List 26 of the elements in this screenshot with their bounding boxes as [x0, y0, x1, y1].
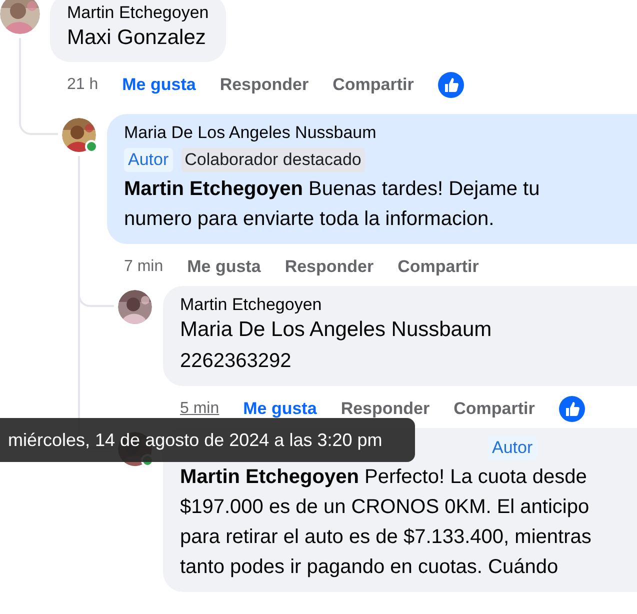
- like-link[interactable]: Me gusta: [243, 399, 317, 419]
- timestamp-link[interactable]: 7 min: [124, 258, 164, 276]
- share-link[interactable]: Compartir: [454, 399, 535, 419]
- author-name[interactable]: Martin Etchegoyen: [180, 294, 322, 316]
- timestamp-link[interactable]: 21 h: [67, 76, 98, 94]
- timestamp-link[interactable]: 5 min: [180, 400, 220, 418]
- like-link[interactable]: Me gusta: [187, 257, 261, 277]
- thumbs-up-icon[interactable]: [558, 396, 585, 422]
- author-badge: Autor: [124, 148, 173, 172]
- mentioned-name[interactable]: Maxi Gonzalez: [67, 24, 209, 52]
- thumbs-up-icon[interactable]: [438, 72, 464, 98]
- comment-text: 2262363292: [180, 349, 292, 374]
- date-tooltip: miércoles, 14 de agosto de 2024 a las 3:20 pm: [0, 418, 415, 462]
- reply-link[interactable]: Responder: [340, 399, 430, 419]
- like-link[interactable]: Me gusta: [122, 75, 196, 95]
- author-name[interactable]: Martin Etchegoyen: [67, 2, 209, 24]
- author-badge: Autor: [488, 436, 537, 460]
- comment-text: Martin Etchegoyen Buenas tardes! Dejame tu numero para enviarte toda la informacion.: [124, 177, 541, 232]
- comment-text: Martin Etchegoyen Perfecto! La cuota desde $197.000 es de un CRONOS 0KM. El anticipo para retirar el auto es de $7.133.400, mientras tanto podes ir pagando en cuotas. Cuándo: [180, 465, 592, 580]
- share-link[interactable]: Compartir: [332, 75, 414, 95]
- reply-link[interactable]: Responder: [220, 75, 309, 95]
- share-link[interactable]: Compartir: [398, 257, 479, 277]
- reply-link[interactable]: Responder: [284, 257, 374, 277]
- author-name[interactable]: Maria De Los Angeles Nussbaum: [124, 122, 624, 144]
- contributor-badge: Colaborador destacado: [180, 148, 366, 172]
- mentioned-name[interactable]: Maria De Los Angeles Nussbaum: [180, 316, 637, 344]
